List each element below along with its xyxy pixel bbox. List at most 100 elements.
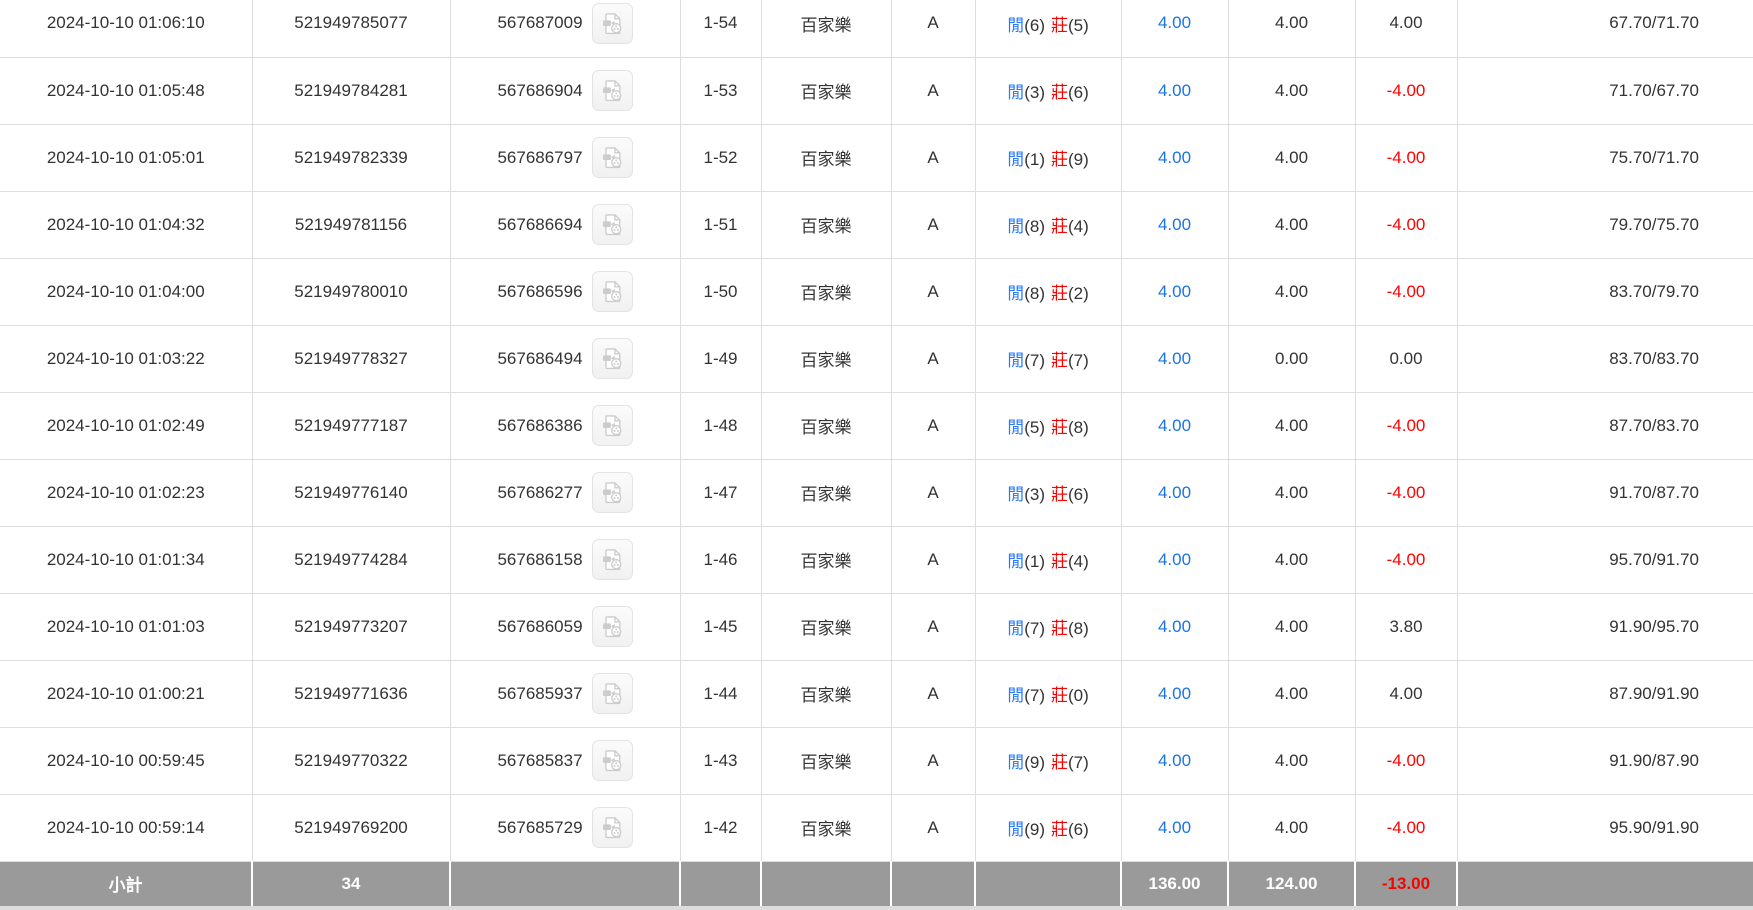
- balance: 67.70/71.70: [1457, 0, 1753, 58]
- bet-amount-link[interactable]: 4.00: [1158, 13, 1191, 32]
- game-name: 百家樂: [761, 392, 892, 460]
- table-row: 2024-10-10 01:05:48 521949784281 5676869…: [0, 57, 1753, 125]
- video-replay-button[interactable]: [591, 740, 633, 781]
- player-score: (7): [1024, 619, 1045, 638]
- valid-bet: 0.00: [1228, 325, 1356, 393]
- table-name: A: [891, 459, 976, 527]
- table-name: A: [891, 325, 976, 393]
- win-loss: -4.00: [1355, 57, 1458, 125]
- player-label: 閒: [1007, 686, 1025, 705]
- player-label: 閒: [1007, 418, 1025, 437]
- win-loss: -4.00: [1355, 124, 1458, 192]
- game-result: 閒(7) 莊(7): [975, 325, 1122, 393]
- video-file-icon: [599, 479, 626, 506]
- bet-amount-link[interactable]: 4.00: [1158, 148, 1191, 167]
- video-replay-button[interactable]: [591, 405, 633, 446]
- balance: 71.70/67.70: [1457, 57, 1753, 125]
- banker-label: 莊: [1051, 619, 1068, 638]
- subtotal-empty-result: [975, 861, 1122, 906]
- banker-label: 莊: [1051, 217, 1068, 236]
- video-replay-button[interactable]: [591, 70, 633, 111]
- bet-time: 2024-10-10 00:59:45: [0, 727, 253, 795]
- video-replay-button[interactable]: [591, 204, 633, 245]
- banker-score: (7): [1068, 351, 1089, 370]
- banker-label: 莊: [1051, 485, 1068, 504]
- valid-bet: 4.00: [1228, 660, 1356, 728]
- table-name: A: [891, 124, 976, 192]
- bet-amount-link[interactable]: 4.00: [1158, 818, 1191, 837]
- balance: 83.70/83.70: [1457, 325, 1753, 393]
- game-result: 閒(8) 莊(2): [975, 258, 1122, 326]
- player-label: 閒: [1007, 15, 1025, 35]
- win-loss: 0.00: [1355, 325, 1458, 393]
- bet-time: 2024-10-10 00:59:14: [0, 794, 253, 862]
- player-score: (3): [1024, 83, 1045, 102]
- player-label: 閒: [1007, 485, 1025, 504]
- video-replay-button[interactable]: [591, 338, 633, 379]
- bet-amount-link[interactable]: 4.00: [1158, 416, 1191, 435]
- round-number: 1-46: [680, 526, 762, 594]
- video-file-icon: [599, 10, 626, 37]
- game-name: 百家樂: [761, 191, 892, 259]
- table-row: 2024-10-10 01:02:49 521949777187 5676863…: [0, 392, 1753, 460]
- game-name: 百家樂: [761, 57, 892, 125]
- bet-amount-link[interactable]: 4.00: [1158, 483, 1191, 502]
- player-label: 閒: [1007, 820, 1025, 839]
- player-label: 閒: [1007, 753, 1025, 772]
- subtotal-winloss-total: -13.00: [1355, 861, 1458, 906]
- player-label: 閒: [1007, 351, 1025, 370]
- banker-score: (6): [1068, 485, 1089, 504]
- player-label: 閒: [1007, 217, 1025, 236]
- bet-amount-link[interactable]: 4.00: [1158, 617, 1191, 636]
- bet-amount-link[interactable]: 4.00: [1158, 349, 1191, 368]
- table-name: A: [891, 593, 976, 661]
- subtotal-empty-game: [761, 861, 892, 906]
- game-result: 閒(1) 莊(4): [975, 526, 1122, 594]
- video-file-icon: [599, 680, 626, 707]
- table-name: A: [891, 660, 976, 728]
- player-score: (8): [1024, 284, 1045, 303]
- video-replay-button[interactable]: [591, 807, 633, 848]
- round-number: 1-45: [680, 593, 762, 661]
- bet-amount-link[interactable]: 4.00: [1158, 81, 1191, 100]
- subtotal-empty-round: [680, 861, 762, 906]
- bet-amount-link[interactable]: 4.00: [1158, 282, 1191, 301]
- game-result: 閒(5) 莊(8): [975, 392, 1122, 460]
- round-id: 567686277: [497, 482, 583, 502]
- banker-label: 莊: [1051, 686, 1068, 705]
- video-replay-button[interactable]: [591, 539, 633, 580]
- video-replay-button[interactable]: [591, 137, 633, 178]
- valid-bet: 4.00: [1228, 794, 1356, 862]
- round-number: 1-52: [680, 124, 762, 192]
- table-row: 2024-10-10 01:00:21 521949771636 5676859…: [0, 660, 1753, 728]
- video-file-icon: [599, 747, 626, 774]
- video-file-icon: [599, 77, 626, 104]
- video-replay-button[interactable]: [591, 2, 633, 44]
- video-replay-button[interactable]: [591, 606, 633, 647]
- bet-amount-link[interactable]: 4.00: [1158, 684, 1191, 703]
- bet-amount-link[interactable]: 4.00: [1158, 751, 1191, 770]
- player-score: (1): [1024, 150, 1045, 169]
- round-id: 567686494: [497, 348, 583, 368]
- banker-label: 莊: [1051, 284, 1068, 303]
- valid-bet: 4.00: [1228, 392, 1356, 460]
- round-number: 1-51: [680, 191, 762, 259]
- round-id: 567686596: [497, 281, 583, 301]
- bet-amount-link[interactable]: 4.00: [1158, 550, 1191, 569]
- table-row: 2024-10-10 00:59:45 521949770322 5676858…: [0, 727, 1753, 795]
- player-label: 閒: [1007, 83, 1025, 102]
- bet-time: 2024-10-10 01:03:22: [0, 325, 253, 393]
- bet-id: 521949778327: [252, 325, 451, 393]
- game-name: 百家樂: [761, 0, 892, 58]
- video-replay-button[interactable]: [591, 271, 633, 312]
- table-row: 2024-10-10 01:05:01 521949782339 5676867…: [0, 124, 1753, 192]
- video-replay-button[interactable]: [591, 673, 633, 714]
- banker-label: 莊: [1051, 15, 1068, 35]
- bet-id: 521949782339: [252, 124, 451, 192]
- banker-label: 莊: [1051, 552, 1068, 571]
- round-id: 567686059: [497, 616, 583, 636]
- video-replay-button[interactable]: [591, 472, 633, 513]
- bet-amount-link[interactable]: 4.00: [1158, 215, 1191, 234]
- banker-label: 莊: [1051, 418, 1068, 437]
- video-file-icon: [599, 211, 626, 238]
